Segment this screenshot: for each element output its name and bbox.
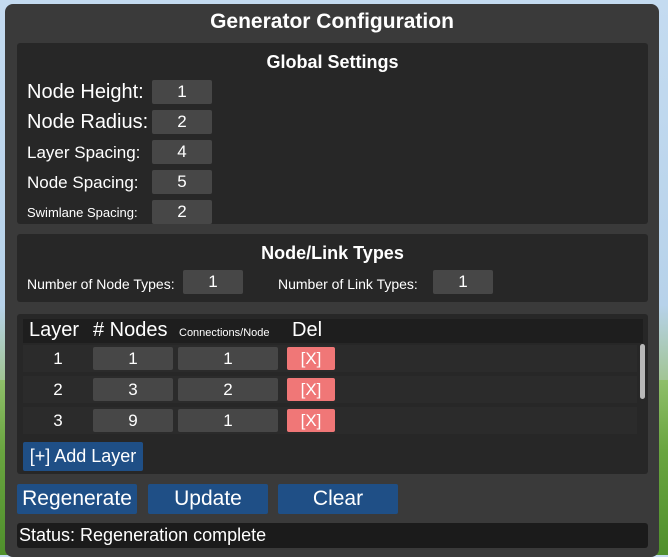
layers-list[interactable]: 1 1 1 [X] 2 3 2 [X] 3 9 1 [X] xyxy=(23,343,643,434)
layer-column-header: Layer xyxy=(29,319,80,341)
node-height-label: Node Height: xyxy=(27,81,144,103)
node-types-label: Number of Node Types: xyxy=(27,276,175,292)
swimlane-spacing-input[interactable]: 2 xyxy=(152,200,212,224)
layer-spacing-label: Layer Spacing: xyxy=(27,143,141,162)
node-height-input[interactable]: 1 xyxy=(152,80,212,104)
connections-input[interactable]: 1 xyxy=(178,347,278,370)
global-settings-section: Global Settings Node Height: 1 Node Radi… xyxy=(17,43,648,224)
update-button[interactable]: Update xyxy=(148,484,268,514)
node-types-input[interactable]: 1 xyxy=(183,270,243,294)
link-types-input[interactable]: 1 xyxy=(433,270,493,294)
nodes-column-header: # Nodes xyxy=(93,319,168,341)
global-settings-heading: Global Settings xyxy=(266,52,399,72)
node-radius-input[interactable]: 2 xyxy=(152,110,212,134)
delete-layer-button[interactable]: [X] xyxy=(287,409,335,432)
layers-header-row: Layer # Nodes Connections/Node Del xyxy=(23,319,643,343)
del-column-header: Del xyxy=(292,319,323,341)
layer-number: 1 xyxy=(53,349,63,368)
regenerate-button[interactable]: Regenerate xyxy=(17,484,137,514)
panel-title: Generator Configuration xyxy=(210,10,454,33)
generator-config-panel: Generator Configuration Global Settings … xyxy=(5,4,659,557)
nodes-input[interactable]: 3 xyxy=(93,378,173,401)
layer-row: 3 9 1 [X] xyxy=(23,407,637,434)
layer-spacing-input[interactable]: 4 xyxy=(152,140,212,164)
node-spacing-label: Node Spacing: xyxy=(27,173,139,192)
add-layer-button[interactable]: [+] Add Layer xyxy=(23,442,143,471)
clear-button[interactable]: Clear xyxy=(278,484,398,514)
status-bar: Status: Regeneration complete xyxy=(17,523,648,548)
node-radius-label: Node Radius: xyxy=(27,111,149,133)
layer-number: 2 xyxy=(53,380,63,399)
node-link-types-heading: Node/Link Types xyxy=(261,243,404,263)
connections-input[interactable]: 1 xyxy=(178,409,278,432)
layers-section: Layer # Nodes Connections/Node Del 1 1 1… xyxy=(17,314,648,474)
delete-layer-button[interactable]: [X] xyxy=(287,378,335,401)
layers-scrollbar[interactable] xyxy=(640,344,645,399)
node-spacing-input[interactable]: 5 xyxy=(152,170,212,194)
status-text: Status: Regeneration complete xyxy=(19,525,267,545)
layer-number: 3 xyxy=(53,411,63,430)
delete-layer-button[interactable]: [X] xyxy=(287,347,335,370)
layer-row: 2 3 2 [X] xyxy=(23,376,637,403)
link-types-label: Number of Link Types: xyxy=(278,276,418,292)
connections-column-header: Connections/Node xyxy=(179,327,270,339)
swimlane-spacing-label: Swimlane Spacing: xyxy=(27,205,138,220)
connections-input[interactable]: 2 xyxy=(178,378,278,401)
nodes-input[interactable]: 1 xyxy=(93,347,173,370)
layer-row: 1 1 1 [X] xyxy=(23,345,637,372)
node-link-types-section: Node/Link Types Number of Node Types: 1 … xyxy=(17,234,648,302)
nodes-input[interactable]: 9 xyxy=(93,409,173,432)
